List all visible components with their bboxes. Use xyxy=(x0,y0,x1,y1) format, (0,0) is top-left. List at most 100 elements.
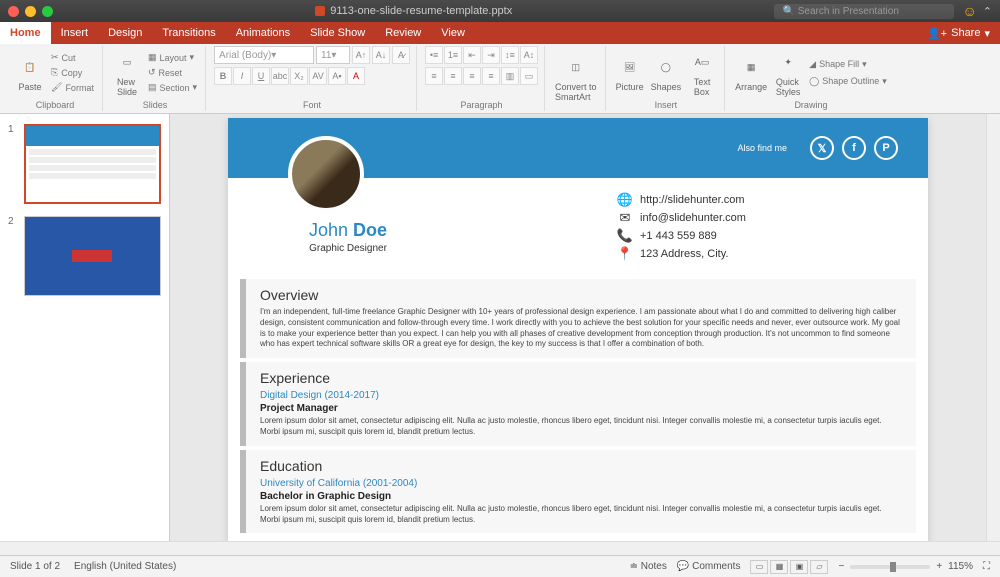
tab-home[interactable]: Home xyxy=(0,22,51,44)
columns-button[interactable]: ▥ xyxy=(501,67,519,85)
also-find-me-label: Also find me xyxy=(737,143,787,153)
increase-font-button[interactable]: A↑ xyxy=(352,46,370,64)
group-smartart: ◫Convert to SmartArt xyxy=(547,46,606,111)
tab-design[interactable]: Design xyxy=(98,22,152,44)
thumbnail-2[interactable]: 2 xyxy=(8,216,161,296)
tab-transitions[interactable]: Transitions xyxy=(152,22,225,44)
powerpoint-file-icon xyxy=(315,6,325,16)
slide-counter: Slide 1 of 2 xyxy=(10,561,60,572)
underline-button[interactable]: U xyxy=(252,67,270,85)
font-color-button[interactable]: A xyxy=(347,67,365,85)
minimize-window-button[interactable] xyxy=(25,6,36,17)
textbox-button[interactable]: A▭Text Box xyxy=(686,47,718,99)
numbering-button[interactable]: 1≡ xyxy=(444,46,462,64)
notes-button[interactable]: ≐ Notes xyxy=(630,561,667,572)
group-insert: 🖼Picture ◯Shapes A▭Text Box Insert xyxy=(608,46,726,111)
indent-button[interactable]: ⇥ xyxy=(482,46,500,64)
search-input[interactable]: 🔍 Search in Presentation xyxy=(774,4,954,19)
shape-fill-button[interactable]: ◢ Shape Fill ▾ xyxy=(807,58,889,71)
tab-view[interactable]: View xyxy=(431,22,475,44)
shapes-button[interactable]: ◯Shapes xyxy=(649,52,684,94)
char-spacing-button[interactable]: AV xyxy=(309,67,327,85)
comments-button[interactable]: 💬 Comments xyxy=(677,561,741,572)
align-right-button[interactable]: ≡ xyxy=(463,67,481,85)
filename-text: 9113-one-slide-resume-template.pptx xyxy=(330,5,512,17)
zoom-control[interactable]: − + 115% xyxy=(838,561,973,572)
twitter-icon: 𝕏 xyxy=(810,136,834,160)
globe-icon: 🌐 xyxy=(618,193,632,207)
share-button[interactable]: 👤+Share▾ xyxy=(917,27,1000,40)
strikethrough-button[interactable]: abc xyxy=(271,67,289,85)
reset-button[interactable]: ↺ Reset xyxy=(146,66,199,79)
ribbon: 📋Paste ✂ Cut ⎘ Copy 🖌 Format Clipboard ▭… xyxy=(0,44,1000,114)
maximize-window-button[interactable] xyxy=(42,6,53,17)
group-paragraph: •≡ 1≡ ⇤ ⇥ ↕≡ A↕ ≡ ≡ ≡ ≡ ▥ ▭ Paragraph xyxy=(419,46,545,111)
quick-styles-button[interactable]: ✦Quick Styles xyxy=(772,47,804,99)
slide-content[interactable]: Also find me 𝕏 f P John Doe Graphic Desi… xyxy=(228,118,928,541)
format-painter-button[interactable]: 🖌 Format xyxy=(49,81,96,94)
education-role: Bachelor in Graphic Design xyxy=(260,491,902,502)
sorter-view-button[interactable]: ▦ xyxy=(770,560,788,574)
cut-button[interactable]: ✂ Cut xyxy=(49,51,96,64)
statusbar: Slide 1 of 2 English (United States) ≐ N… xyxy=(0,555,1000,577)
close-window-button[interactable] xyxy=(8,6,19,17)
tab-review[interactable]: Review xyxy=(375,22,431,44)
slideshow-view-button[interactable]: ▱ xyxy=(810,560,828,574)
picture-button[interactable]: 🖼Picture xyxy=(614,52,646,94)
subscript-button[interactable]: X₂ xyxy=(290,67,308,85)
overflow-icon[interactable]: ⌃ xyxy=(983,5,992,18)
overview-body: I'm an independent, full-time freelance … xyxy=(260,307,902,350)
new-slide-button[interactable]: ▭New Slide xyxy=(111,47,143,99)
mail-icon: ✉ xyxy=(618,211,632,225)
bold-button[interactable]: B xyxy=(214,67,232,85)
tab-slideshow[interactable]: Slide Show xyxy=(300,22,375,44)
align-text-button[interactable]: ▭ xyxy=(520,67,538,85)
location-icon: 📍 xyxy=(618,247,632,261)
group-clipboard: 📋Paste ✂ Cut ⎘ Copy 🖌 Format Clipboard xyxy=(8,46,103,111)
convert-smartart-button[interactable]: ◫Convert to SmartArt xyxy=(553,52,599,104)
contact-phone: +1 443 559 889 xyxy=(640,230,717,242)
horizontal-scrollbar[interactable] xyxy=(0,541,1000,555)
phone-icon: 📞 xyxy=(618,229,632,243)
italic-button[interactable]: I xyxy=(233,67,251,85)
paste-button[interactable]: 📋Paste xyxy=(14,52,46,94)
align-center-button[interactable]: ≡ xyxy=(444,67,462,85)
feedback-icon[interactable]: ☺ xyxy=(962,3,976,19)
font-family-select[interactable]: Arial (Body) ▾ xyxy=(214,46,314,64)
fit-to-window-button[interactable]: ⛶ xyxy=(983,561,990,572)
font-size-select[interactable]: 11 ▾ xyxy=(316,46,350,64)
experience-section: Experience Digital Design (2014-2017) Pr… xyxy=(240,362,916,446)
slide-canvas[interactable]: Also find me 𝕏 f P John Doe Graphic Desi… xyxy=(170,114,986,541)
align-left-button[interactable]: ≡ xyxy=(425,67,443,85)
education-section: Education University of California (2001… xyxy=(240,450,916,534)
experience-title: Experience xyxy=(260,370,902,386)
layout-button[interactable]: ▦ Layout ▾ xyxy=(146,51,199,64)
clear-format-button[interactable]: A̷ xyxy=(392,46,410,64)
zoom-level[interactable]: 115% xyxy=(948,561,973,572)
outdent-button[interactable]: ⇤ xyxy=(463,46,481,64)
tab-insert[interactable]: Insert xyxy=(51,22,99,44)
arrange-button[interactable]: ▦Arrange xyxy=(733,52,769,94)
line-spacing-button[interactable]: ↕≡ xyxy=(501,46,519,64)
decrease-font-button[interactable]: A↓ xyxy=(372,46,390,64)
zoom-out-button[interactable]: − xyxy=(838,561,844,572)
highlight-button[interactable]: A▪ xyxy=(328,67,346,85)
language-indicator[interactable]: English (United States) xyxy=(74,561,176,572)
normal-view-button[interactable]: ▭ xyxy=(750,560,768,574)
justify-button[interactable]: ≡ xyxy=(482,67,500,85)
zoom-in-button[interactable]: + xyxy=(936,561,942,572)
contact-address: 123 Address, City. xyxy=(640,248,728,260)
bullets-button[interactable]: •≡ xyxy=(425,46,443,64)
group-arrange: ▦Arrange ✦Quick Styles ◢ Shape Fill ▾ ◯ … xyxy=(727,46,895,111)
person-name: John Doe xyxy=(258,220,438,241)
thumbnail-1[interactable]: 1 xyxy=(8,124,161,204)
filename: 9113-one-slide-resume-template.pptx xyxy=(53,5,774,17)
reading-view-button[interactable]: ▣ xyxy=(790,560,808,574)
copy-button[interactable]: ⎘ Copy xyxy=(49,66,96,79)
text-direction-button[interactable]: A↕ xyxy=(520,46,538,64)
tab-animations[interactable]: Animations xyxy=(226,22,300,44)
vertical-scrollbar[interactable] xyxy=(986,114,1000,541)
shape-outline-button[interactable]: ◯ Shape Outline ▾ xyxy=(807,75,889,88)
section-button[interactable]: ▤ Section ▾ xyxy=(146,81,199,94)
experience-role: Project Manager xyxy=(260,403,902,414)
